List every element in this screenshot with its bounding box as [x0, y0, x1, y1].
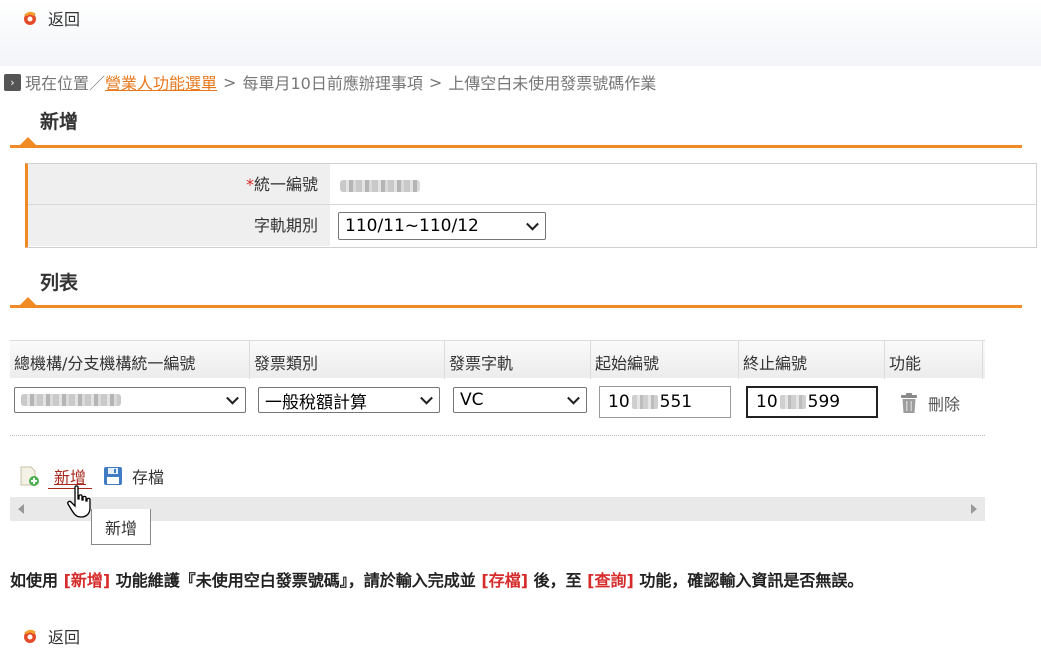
back-link-top[interactable]: 返回: [18, 6, 80, 30]
chevron-down-icon: [226, 391, 239, 405]
breadcrumb-link-menu[interactable]: 營業人功能選單: [105, 70, 217, 94]
delete-button[interactable]: 刪除: [900, 390, 960, 416]
tax-id-value: [330, 164, 1036, 204]
notice-keyword-save: [存檔]: [481, 571, 529, 590]
notice-part: 功能，確認輸入資訊是否無誤。: [633, 571, 864, 590]
notice-part: 如使用: [10, 571, 64, 590]
branch-id-select[interactable]: [14, 387, 246, 413]
scroll-left-icon[interactable]: [18, 504, 24, 514]
add-document-icon: [18, 465, 40, 487]
back-arrow-icon: [18, 6, 42, 30]
breadcrumb-item-current: 上傳空白未使用發票號碼作業: [448, 74, 657, 93]
notice-part: 後，至: [528, 571, 588, 590]
breadcrumb-slash: ／: [89, 74, 106, 93]
add-section-title: 新增: [40, 111, 79, 133]
period-label: 字軌期別: [28, 205, 330, 246]
col-start-no: 起始編號: [591, 341, 739, 379]
save-button-label: 存檔: [132, 468, 165, 487]
scroll-right-icon[interactable]: [971, 504, 977, 514]
required-mark: *: [245, 175, 254, 194]
invoice-type-select[interactable]: 一般稅額計算: [258, 387, 440, 413]
add-tooltip: 新增: [91, 509, 151, 545]
end-number-suffix: 599: [807, 392, 841, 412]
hand-cursor-icon: [66, 485, 94, 519]
back-label: 返回: [48, 628, 81, 647]
start-number-suffix: 551: [659, 392, 693, 412]
end-number-input[interactable]: 10 599: [746, 386, 878, 418]
back-link-bottom[interactable]: 返回: [18, 624, 80, 648]
start-number-input[interactable]: 10 551: [599, 386, 731, 418]
save-button[interactable]: 存檔: [102, 464, 164, 488]
section-divider: [10, 305, 1022, 308]
masked-branch-id: [21, 394, 121, 406]
form-row-period: 字軌期別 110/11~110/12: [28, 205, 1036, 246]
invoice-type-value: 一般稅額計算: [265, 392, 367, 413]
chevron-right-icon: ›: [4, 73, 21, 91]
back-arrow-icon: [18, 624, 42, 648]
col-track: 發票字軌: [445, 341, 591, 379]
breadcrumb-separator: >: [428, 72, 443, 92]
start-number-prefix: 10: [608, 392, 630, 412]
notice-keyword-add: [新增]: [63, 571, 111, 590]
col-end-no: 終止編號: [739, 341, 885, 379]
col-invoice-type: 發票類別: [250, 341, 445, 379]
chevron-down-icon: [420, 391, 433, 405]
list-table-header: 總機構/分支機構統一編號 發票類別 發票字軌 起始編號 終止編號 功能: [10, 340, 985, 379]
breadcrumb-item-monthly: 每單月10日前應辦理事項: [242, 74, 423, 93]
form-row-tax-id: *統一編號: [28, 164, 1036, 205]
horizontal-scrollbar[interactable]: [10, 497, 985, 521]
masked-digits: [631, 395, 658, 409]
period-select-value: 110/11~110/12: [345, 216, 479, 236]
end-number-prefix: 10: [756, 392, 778, 412]
toolbar: 新增 存檔: [18, 462, 174, 490]
top-band: [0, 0, 1041, 66]
breadcrumb-prefix: 現在位置: [25, 74, 90, 93]
notice-keyword-query: [查詢]: [587, 571, 634, 590]
trash-icon: [900, 392, 918, 414]
masked-digits: [779, 395, 806, 409]
delete-label: 刪除: [928, 395, 961, 414]
table-row: 一般稅額計算 VC 10 551 10 599 刪除: [10, 378, 985, 436]
breadcrumb: › 現在位置 ／ 營業人功能選單 > 每單月10日前應辦理事項 > 上傳空白未使…: [4, 71, 656, 93]
col-function: 功能: [885, 341, 983, 379]
list-section-title: 列表: [40, 272, 79, 294]
breadcrumb-separator: >: [223, 72, 237, 92]
masked-tax-id: [340, 179, 420, 192]
tax-id-label-text: 統一編號: [253, 175, 318, 194]
back-label: 返回: [48, 10, 81, 29]
chevron-down-icon: [526, 217, 539, 231]
tax-id-label: *統一編號: [28, 164, 330, 204]
track-value: VC: [460, 390, 484, 410]
col-branch-id: 總機構/分支機構統一編號: [10, 341, 250, 379]
chevron-down-icon: [567, 391, 580, 405]
add-form: *統一編號 字軌期別 110/11~110/12: [25, 163, 1037, 248]
period-select[interactable]: 110/11~110/12: [338, 212, 546, 240]
floppy-disk-icon: [102, 465, 124, 487]
notice-part: 功能維護『未使用空白發票號碼』，請於輸入完成並: [110, 571, 482, 590]
track-select[interactable]: VC: [453, 387, 587, 413]
notice-text: 如使用 [新增] 功能維護『未使用空白發票號碼』，請於輸入完成並 [存檔] 後，…: [10, 567, 863, 591]
section-divider: [10, 145, 1022, 148]
